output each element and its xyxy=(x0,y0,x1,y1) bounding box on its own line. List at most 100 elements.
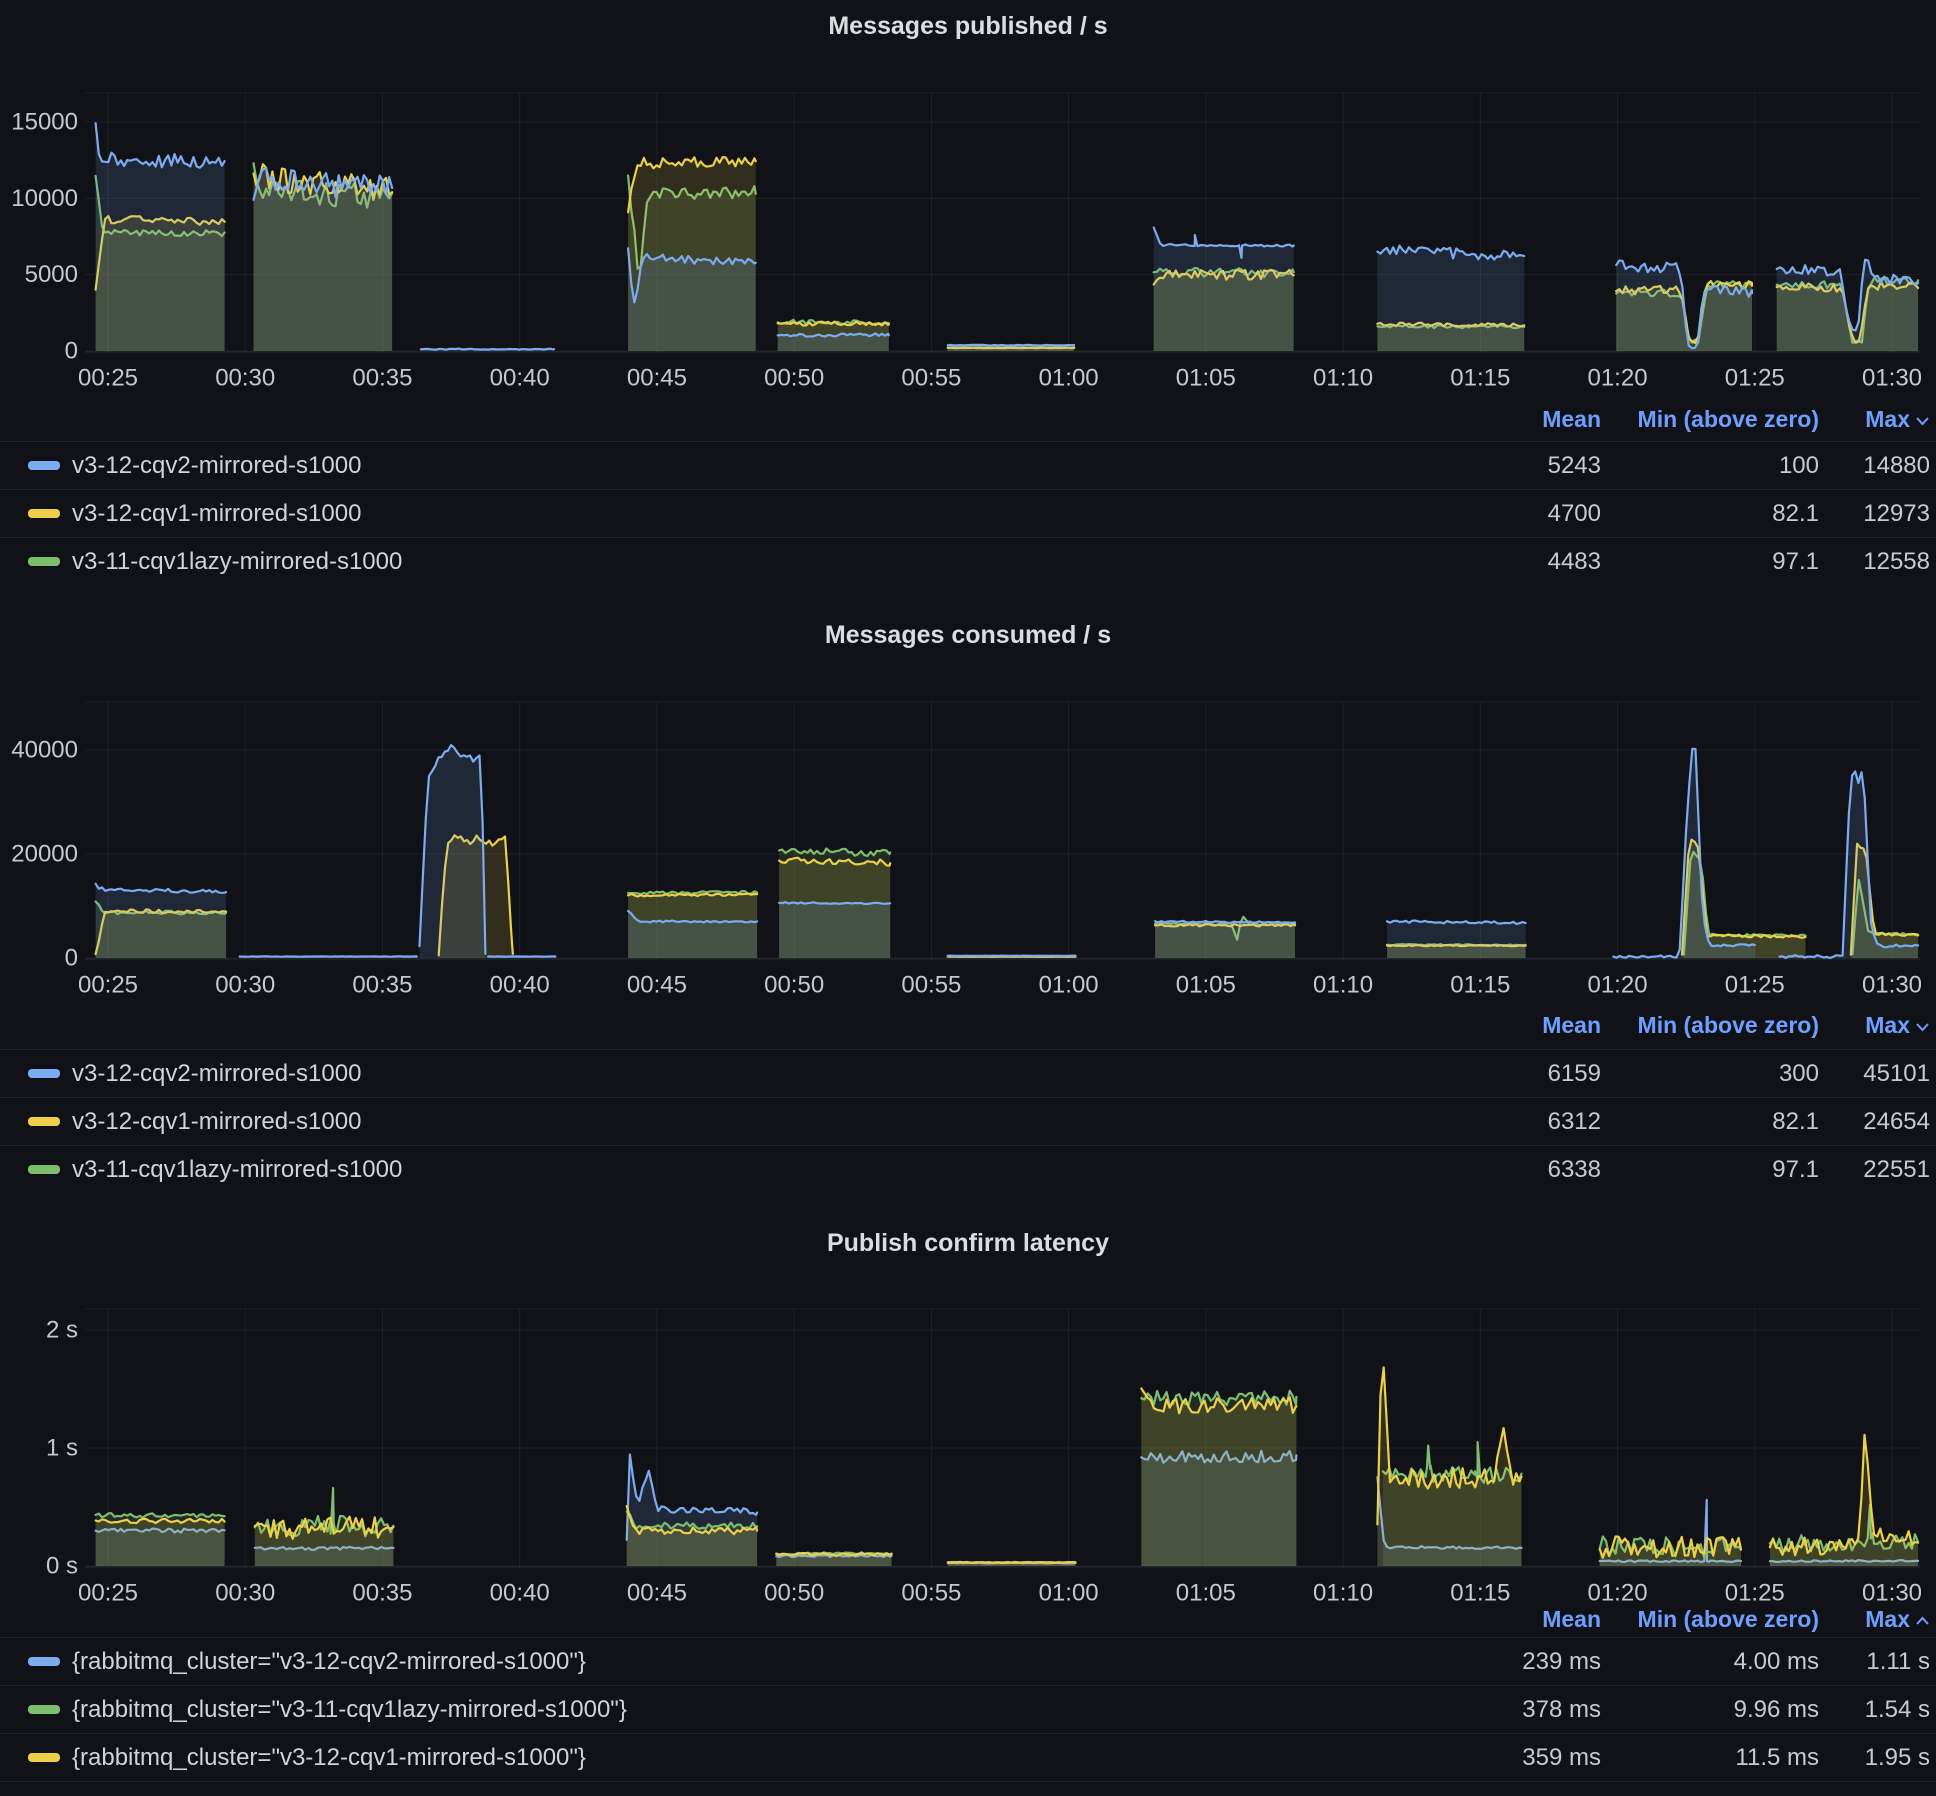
series-max: 24654 xyxy=(1863,1108,1930,1136)
svg-text:01:05: 01:05 xyxy=(1176,972,1236,999)
legend-row[interactable]: v3-12-cqv1-mirrored-s1000 4700 82.1 1297… xyxy=(0,489,1936,537)
legend-consumed: v3-12-cqv2-mirrored-s1000 6159 300 45101… xyxy=(0,1049,1936,1193)
series-color-swatch xyxy=(28,1753,60,1762)
panel-title-messages-consumed[interactable]: Messages consumed / s xyxy=(0,617,1936,653)
series-min: 9.96 ms xyxy=(1734,1696,1819,1724)
svg-text:01:10: 01:10 xyxy=(1313,972,1373,999)
svg-text:00:25: 00:25 xyxy=(78,365,138,392)
svg-text:00:55: 00:55 xyxy=(901,972,961,999)
series-min: 82.1 xyxy=(1772,500,1819,528)
svg-text:00:35: 00:35 xyxy=(352,972,412,999)
series-min: 4.00 ms xyxy=(1734,1648,1819,1676)
series-label[interactable]: v3-12-cqv1-mirrored-s1000 xyxy=(72,500,361,528)
sort-chevron-down-icon xyxy=(1915,416,1930,426)
legend-published: v3-12-cqv2-mirrored-s1000 5243 100 14880… xyxy=(0,441,1936,585)
series-color-swatch xyxy=(28,1705,60,1714)
legend-header-consumed: Mean Min (above zero) Max xyxy=(0,1009,1936,1041)
svg-text:10000: 10000 xyxy=(11,185,78,212)
series-max: 1.54 s xyxy=(1865,1696,1930,1724)
series-color-swatch xyxy=(28,1165,60,1174)
svg-text:0 s: 0 s xyxy=(46,1553,78,1580)
legend-row[interactable]: {rabbitmq_cluster="v3-12-cqv1-mirrored-s… xyxy=(0,1733,1936,1781)
series-max: 22551 xyxy=(1863,1156,1930,1184)
svg-text:40000: 40000 xyxy=(11,737,78,764)
svg-text:0: 0 xyxy=(65,945,78,972)
legend-col-max[interactable]: Max xyxy=(1865,1009,1930,1041)
series-color-swatch xyxy=(28,557,60,566)
svg-text:00:25: 00:25 xyxy=(78,972,138,999)
series-color-swatch xyxy=(28,1657,60,1666)
legend-row[interactable]: v3-12-cqv2-mirrored-s1000 6159 300 45101 xyxy=(0,1049,1936,1097)
svg-text:00:30: 00:30 xyxy=(215,365,275,392)
series-mean: 239 ms xyxy=(1522,1648,1601,1676)
series-color-swatch xyxy=(28,509,60,518)
series-label[interactable]: {rabbitmq_cluster="v3-12-cqv2-mirrored-s… xyxy=(72,1648,586,1676)
sort-chevron-down-icon xyxy=(1915,1022,1930,1032)
svg-text:01:10: 01:10 xyxy=(1313,365,1373,392)
series-color-swatch xyxy=(28,1117,60,1126)
series-min: 82.1 xyxy=(1772,1108,1819,1136)
series-min: 97.1 xyxy=(1772,1156,1819,1184)
svg-text:01:15: 01:15 xyxy=(1450,365,1510,392)
svg-text:00:50: 00:50 xyxy=(764,972,824,999)
svg-text:20000: 20000 xyxy=(11,841,78,868)
svg-text:01:30: 01:30 xyxy=(1862,365,1922,392)
svg-text:00:55: 00:55 xyxy=(901,365,961,392)
series-max: 12558 xyxy=(1863,548,1930,576)
svg-text:01:05: 01:05 xyxy=(1176,365,1236,392)
series-mean: 378 ms xyxy=(1522,1696,1601,1724)
legend-col-mean[interactable]: Mean xyxy=(1542,1009,1601,1041)
legend-row[interactable]: {rabbitmq_cluster="v3-11-cqv1lazy-mirror… xyxy=(0,1685,1936,1733)
svg-text:01:15: 01:15 xyxy=(1450,972,1510,999)
series-mean: 359 ms xyxy=(1522,1744,1601,1772)
series-max: 14880 xyxy=(1863,452,1930,480)
svg-text:00:50: 00:50 xyxy=(764,365,824,392)
legend-col-mean[interactable]: Mean xyxy=(1542,403,1601,435)
time-series-plots[interactable]: 05000100001500000:2500:3000:3500:4000:45… xyxy=(0,0,1936,1796)
series-mean: 6338 xyxy=(1548,1156,1601,1184)
svg-text:00:40: 00:40 xyxy=(490,365,550,392)
legend-row[interactable]: v3-12-cqv2-mirrored-s1000 5243 100 14880 xyxy=(0,441,1936,489)
legend-row[interactable]: v3-12-cqv1-mirrored-s1000 6312 82.1 2465… xyxy=(0,1097,1936,1145)
legend-row[interactable]: {rabbitmq_cluster="v3-12-cqv2-mirrored-s… xyxy=(0,1637,1936,1685)
svg-text:01:30: 01:30 xyxy=(1862,972,1922,999)
series-label[interactable]: v3-12-cqv1-mirrored-s1000 xyxy=(72,1108,361,1136)
series-label[interactable]: v3-12-cqv2-mirrored-s1000 xyxy=(72,1060,361,1088)
legend-col-min[interactable]: Min (above zero) xyxy=(1638,403,1819,435)
series-label[interactable]: v3-11-cqv1lazy-mirrored-s1000 xyxy=(72,1156,402,1184)
series-max: 1.95 s xyxy=(1865,1744,1930,1772)
series-mean: 4483 xyxy=(1548,548,1601,576)
svg-text:00:45: 00:45 xyxy=(627,972,687,999)
legend-col-min[interactable]: Min (above zero) xyxy=(1638,1603,1819,1635)
svg-text:00:35: 00:35 xyxy=(352,365,412,392)
legend-col-mean[interactable]: Mean xyxy=(1542,1603,1601,1635)
svg-text:01:20: 01:20 xyxy=(1587,365,1647,392)
series-label[interactable]: v3-12-cqv2-mirrored-s1000 xyxy=(72,452,361,480)
panel-title-messages-published[interactable]: Messages published / s xyxy=(0,8,1936,44)
series-mean: 4700 xyxy=(1548,500,1601,528)
svg-text:0: 0 xyxy=(65,338,78,365)
svg-text:1 s: 1 s xyxy=(46,1435,78,1462)
legend-row[interactable]: v3-11-cqv1lazy-mirrored-s1000 6338 97.1 … xyxy=(0,1145,1936,1193)
svg-text:01:00: 01:00 xyxy=(1039,365,1099,392)
svg-text:00:30: 00:30 xyxy=(215,972,275,999)
svg-text:01:00: 01:00 xyxy=(1039,972,1099,999)
legend-col-max[interactable]: Max xyxy=(1865,403,1930,435)
series-label[interactable]: {rabbitmq_cluster="v3-12-cqv1-mirrored-s… xyxy=(72,1744,586,1772)
series-mean: 6159 xyxy=(1548,1060,1601,1088)
series-color-swatch xyxy=(28,461,60,470)
legend-col-min[interactable]: Min (above zero) xyxy=(1638,1009,1819,1041)
legend-col-max[interactable]: Max xyxy=(1865,1603,1930,1635)
series-mean: 6312 xyxy=(1548,1108,1601,1136)
series-max: 1.11 s xyxy=(1866,1648,1930,1676)
panel-title-publish-confirm-latency[interactable]: Publish confirm latency xyxy=(0,1225,1936,1261)
series-label[interactable]: {rabbitmq_cluster="v3-11-cqv1lazy-mirror… xyxy=(72,1696,627,1724)
series-min: 100 xyxy=(1779,452,1819,480)
svg-text:5000: 5000 xyxy=(25,261,78,288)
legend-latency: {rabbitmq_cluster="v3-12-cqv2-mirrored-s… xyxy=(0,1637,1936,1782)
legend-row[interactable]: v3-11-cqv1lazy-mirrored-s1000 4483 97.1 … xyxy=(0,537,1936,585)
series-label[interactable]: v3-11-cqv1lazy-mirrored-s1000 xyxy=(72,548,402,576)
series-min: 11.5 ms xyxy=(1735,1744,1819,1772)
series-min: 97.1 xyxy=(1772,548,1819,576)
svg-text:01:25: 01:25 xyxy=(1725,972,1785,999)
